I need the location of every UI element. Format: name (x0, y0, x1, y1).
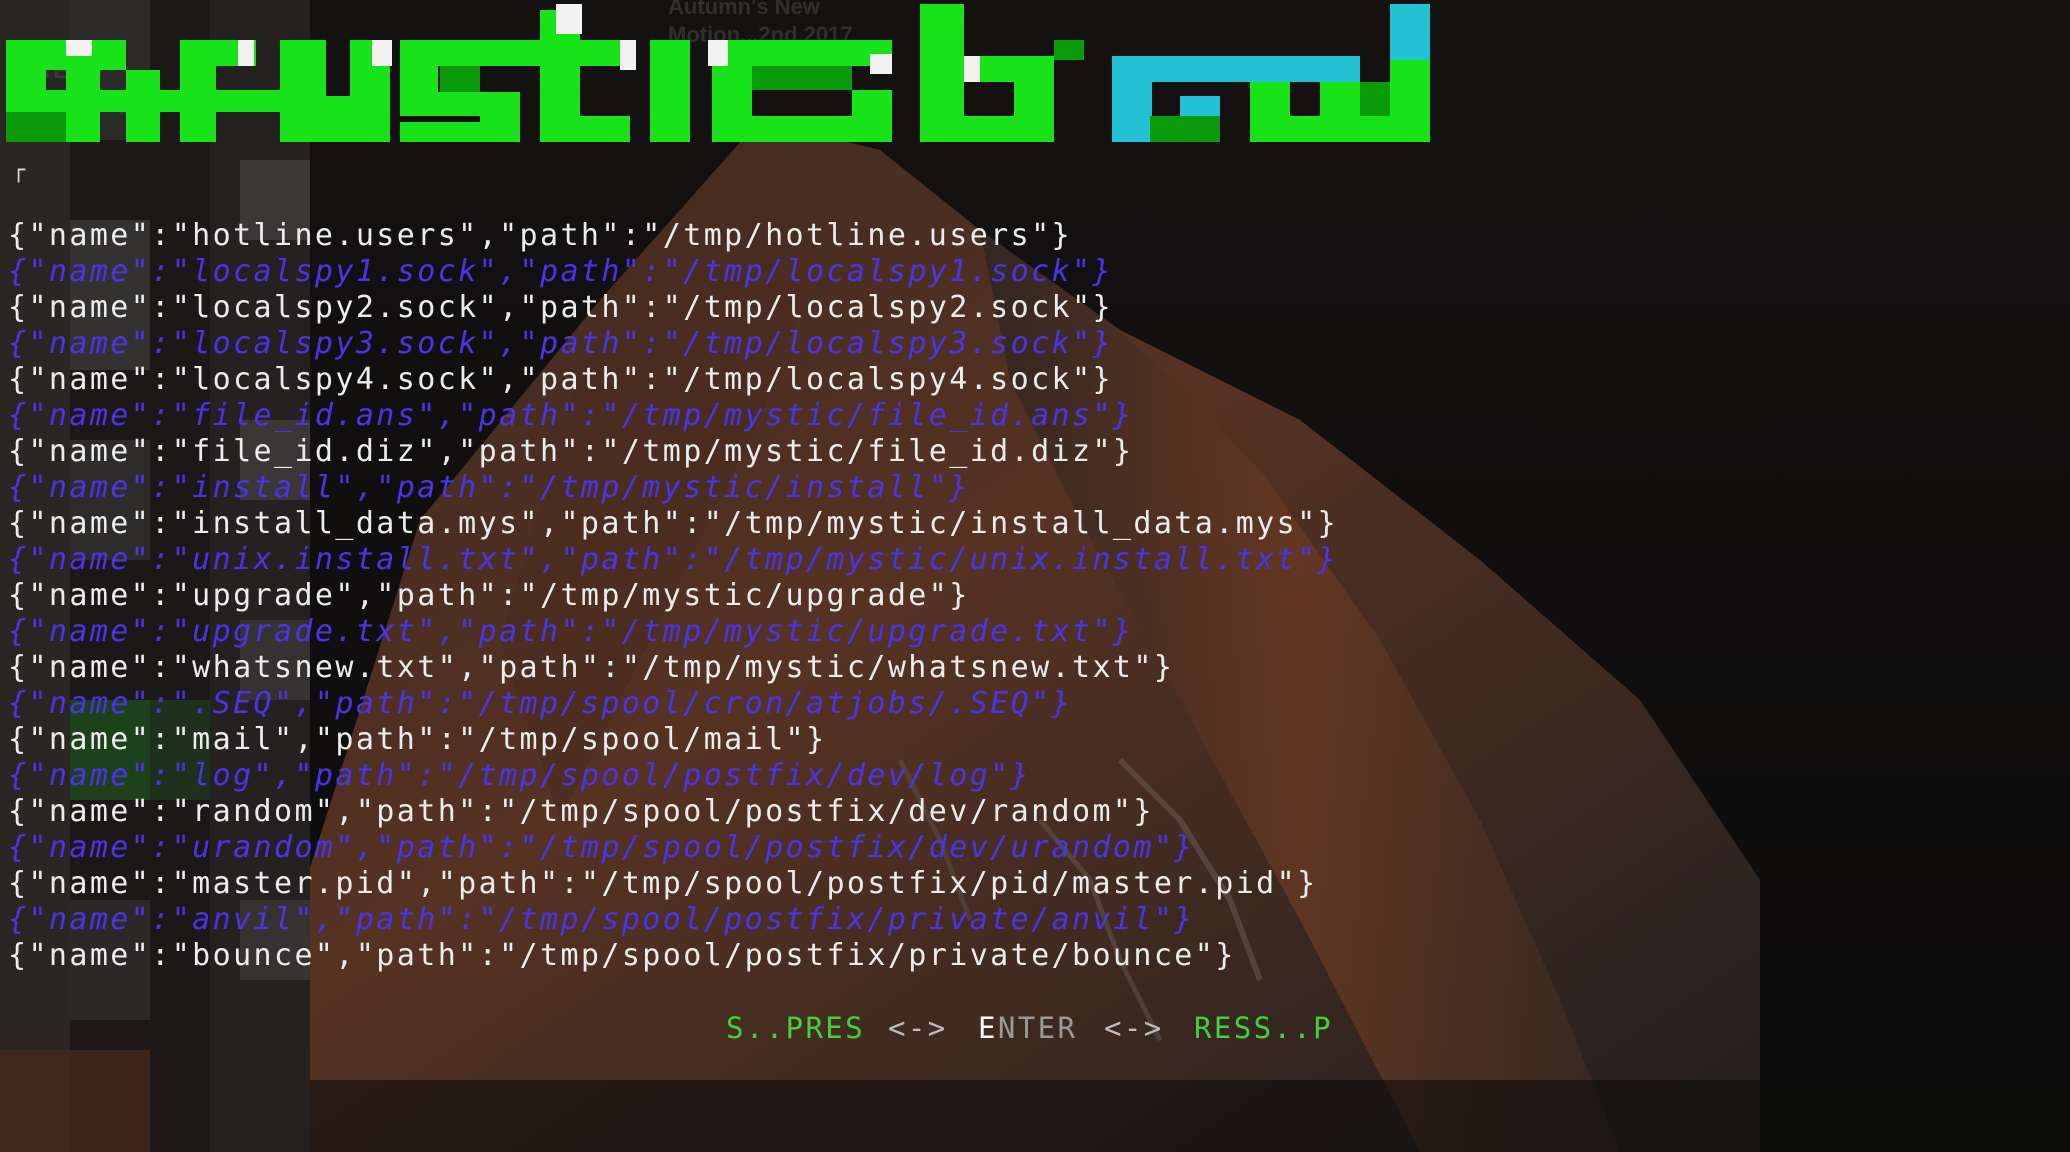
prompt-left-label: S..PRES (726, 1011, 866, 1045)
list-item[interactable]: {"name":"mail","path":"/tmp/spool/mail"} (8, 722, 1338, 758)
prompt-arrow: <-> (1104, 1011, 1164, 1045)
list-item[interactable]: {"name":"upgrade","path":"/tmp/mystic/up… (8, 578, 1338, 614)
list-item[interactable]: {"name":"localspy2.sock","path":"/tmp/lo… (8, 290, 1338, 326)
list-item[interactable]: {"name":"random","path":"/tmp/spool/post… (8, 794, 1338, 830)
enter-prompt[interactable]: ENTER (978, 1008, 1077, 1048)
list-item[interactable]: {"name":"log","path":"/tmp/spool/postfix… (8, 758, 1338, 794)
list-item[interactable]: {"name":"file_id.diz","path":"/tmp/mysti… (8, 434, 1338, 470)
list-item[interactable]: {"name":"whatsnew.txt","path":"/tmp/myst… (8, 650, 1338, 686)
list-item[interactable]: {"name":"upgrade.txt","path":"/tmp/mysti… (8, 614, 1338, 650)
list-item[interactable]: {"name":"file_id.ans","path":"/tmp/mysti… (8, 398, 1338, 434)
enter-prompt-highlight: E (978, 1011, 998, 1045)
list-item[interactable]: {"name":"localspy3.sock","path":"/tmp/lo… (8, 326, 1338, 362)
list-item[interactable]: {"name":"master.pid","path":"/tmp/spool/… (8, 866, 1338, 902)
list-item[interactable]: {"name":"install","path":"/tmp/mystic/in… (8, 470, 1338, 506)
terminal-corner-mark: ┌ (12, 158, 26, 183)
list-item[interactable]: {"name":"urandom","path":"/tmp/spool/pos… (8, 830, 1338, 866)
list-item[interactable]: {"name":"anvil","path":"/tmp/spool/postf… (8, 902, 1338, 938)
list-item[interactable]: {"name":"hotline.users","path":"/tmp/hot… (8, 218, 1338, 254)
list-item[interactable]: {"name":"localspy1.sock","path":"/tmp/lo… (8, 254, 1338, 290)
list-item[interactable]: {"name":"bounce","path":"/tmp/spool/post… (8, 938, 1338, 974)
prompt-arrow: <-> (888, 1011, 948, 1045)
list-item[interactable]: {"name":"unix.install.txt","path":"/tmp/… (8, 542, 1338, 578)
list-item[interactable]: {"name":"localspy4.sock","path":"/tmp/lo… (8, 362, 1338, 398)
list-item[interactable]: {"name":".SEQ","path":"/tmp/spool/cron/a… (8, 686, 1338, 722)
prompt-right-label: RESS..P (1194, 1011, 1334, 1045)
file-listing: {"name":"hotline.users","path":"/tmp/hot… (8, 218, 1338, 974)
mystic-bbs-ascii-logo (6, 4, 1430, 142)
enter-prompt-rest: NTER (997, 1011, 1078, 1045)
list-item[interactable]: {"name":"install_data.mys","path":"/tmp/… (8, 506, 1338, 542)
